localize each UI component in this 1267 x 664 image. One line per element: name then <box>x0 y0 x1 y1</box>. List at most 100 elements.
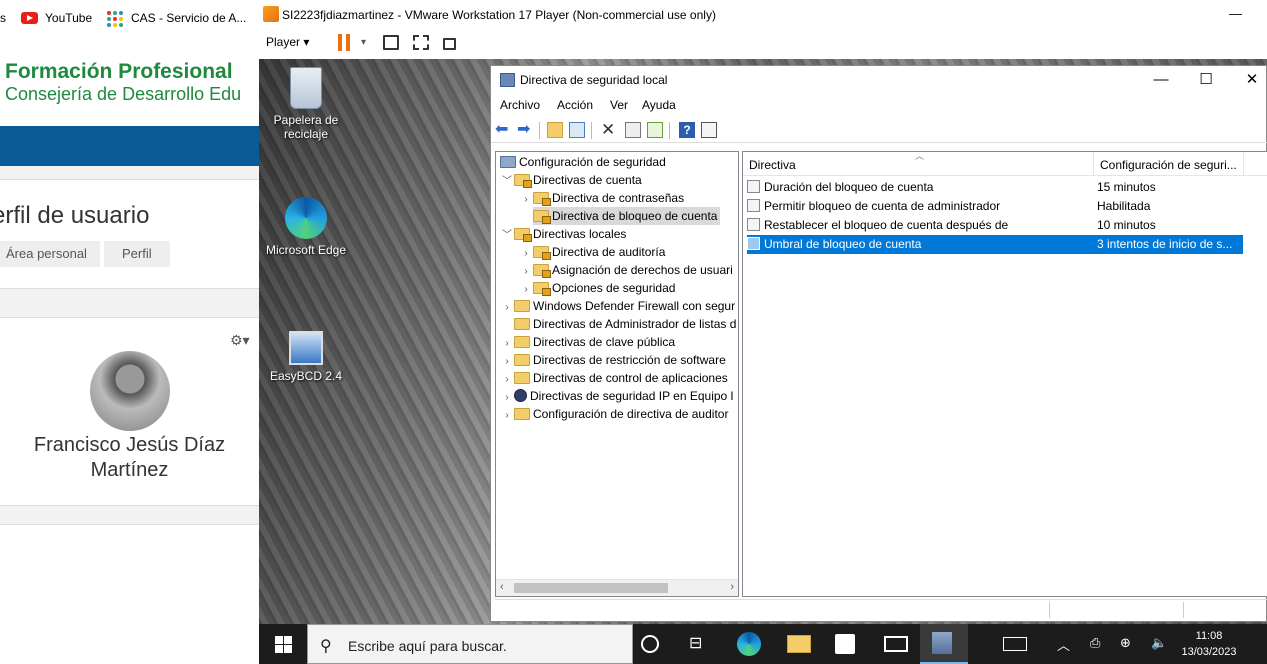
desktop-icon-edge[interactable]: Microsoft Edge <box>261 197 351 257</box>
site-title[interactable]: Formación Profesional <box>5 60 233 84</box>
scrollbar-thumb[interactable] <box>514 583 668 593</box>
pause-icon[interactable] <box>338 34 352 51</box>
chevron-down-icon[interactable]: ﹀ <box>500 173 514 191</box>
menu-accion[interactable]: Acción <box>557 98 593 112</box>
folder-icon <box>514 300 530 312</box>
scroll-right-icon[interactable]: › <box>730 581 734 593</box>
column-separator[interactable] <box>1243 152 1244 176</box>
locked-folder-icon <box>533 210 551 224</box>
help-icon[interactable]: ? <box>679 122 695 138</box>
tree-item-configuracion-seguridad[interactable]: Configuración de seguridad <box>500 153 666 171</box>
desktop-icon-label: Microsoft Edge <box>265 243 347 257</box>
menu-bar: Archivo Acción Ver Ayuda <box>491 94 1267 116</box>
tree-item-directivas-locales[interactable]: ﹀ Directivas locales <box>500 225 626 243</box>
bookmark-cas[interactable]: CAS - Servicio de A... <box>131 11 246 25</box>
tree-item-directivas-cuenta[interactable]: ﹀ Directivas de cuenta <box>500 171 642 189</box>
list-row[interactable]: Restablecer el bloqueo de cuenta después… <box>747 216 1243 235</box>
toolbar-separator <box>591 122 592 139</box>
volume-icon[interactable]: 🔈 <box>1151 635 1167 651</box>
keyboard-icon[interactable] <box>1003 637 1027 651</box>
folder-icon <box>514 354 530 366</box>
start-windows-icon[interactable] <box>275 636 292 653</box>
back-arrow-icon[interactable]: ⬅ <box>495 122 511 138</box>
console-tree[interactable]: Configuración de seguridad ﹀ Directivas d… <box>495 151 739 597</box>
column-separator[interactable] <box>1093 152 1094 176</box>
edge-taskbar-icon[interactable] <box>737 632 761 656</box>
network-globe-icon[interactable]: ⊕ <box>1120 635 1131 651</box>
action-pane-icon[interactable] <box>701 122 717 138</box>
chevron-right-icon[interactable]: › <box>500 407 514 425</box>
tree-item-label: Directiva de auditoría <box>552 245 666 259</box>
desktop-icon-label: EasyBCD 2.4 <box>269 369 343 383</box>
delete-icon[interactable]: ✕ <box>601 121 617 138</box>
desktop-icon-easybcd[interactable]: EasyBCD 2.4 <box>261 331 351 383</box>
scroll-left-icon[interactable]: ‹ <box>500 581 504 593</box>
taskbar: ⚲ Escribe aquí para buscar. ⊟ ︿ ⎙ ⊕ 🔈 11… <box>259 624 1267 664</box>
column-header-directiva[interactable]: Directiva <box>749 158 796 172</box>
properties-icon[interactable] <box>625 122 641 138</box>
minimize-button[interactable]: — <box>1138 68 1184 92</box>
section-band-bottom <box>0 505 259 525</box>
list-row-selected[interactable]: Umbral de bloqueo de cuenta 3 intentos d… <box>747 235 1243 254</box>
taskbar-search-box[interactable]: ⚲ Escribe aquí para buscar. <box>307 624 633 664</box>
tree-item-restriccion-software[interactable]: › Directivas de restricción de software <box>500 351 725 369</box>
fullscreen-icon[interactable] <box>413 35 429 50</box>
tree-item-firewall[interactable]: › Windows Defender Firewall con segur <box>500 297 735 315</box>
chevron-down-icon[interactable]: ﹀ <box>500 227 514 245</box>
task-view-icon[interactable]: ⊟ <box>689 632 713 656</box>
chevron-right-icon[interactable]: › <box>519 191 533 209</box>
vmware-titlebar: SI2223fjdiazmartinez - VMware Workstatio… <box>259 0 1267 30</box>
send-ctrl-alt-del-icon[interactable] <box>383 35 399 50</box>
tree-item-auditoria-avanzada[interactable]: › Configuración de directiva de auditor <box>500 405 728 423</box>
tree-item-admin-listas[interactable]: Directivas de Administrador de listas d <box>514 315 736 333</box>
breadcrumb-home[interactable]: Área personal <box>0 241 100 267</box>
status-separator <box>1183 602 1184 618</box>
list-row[interactable]: Duración del bloqueo de cuenta 15 minuto… <box>747 178 1243 197</box>
tree-item-directiva-auditoria[interactable]: › Directiva de auditoría <box>519 243 665 261</box>
policy-list[interactable]: ︿ Directiva Configuración de seguri... D… <box>742 151 1267 597</box>
file-explorer-icon[interactable] <box>787 635 811 653</box>
tree-item-directiva-contrasenas[interactable]: › Directiva de contraseñas <box>519 189 684 207</box>
tree-item-directiva-bloqueo-cuenta[interactable]: Directiva de bloqueo de cuenta <box>533 207 721 225</box>
meet-now-icon[interactable]: ⎙ <box>1090 635 1100 651</box>
vmware-minimize-button[interactable]: — <box>1229 6 1242 21</box>
breadcrumb-profile[interactable]: Perfil <box>104 241 170 267</box>
forward-arrow-icon[interactable]: ➡ <box>517 122 533 138</box>
window-titlebar[interactable]: Directiva de seguridad local — ☐ ✕ <box>491 66 1267 94</box>
policy-icon <box>747 180 760 193</box>
menu-ver[interactable]: Ver <box>610 98 628 112</box>
window-title: Directiva de seguridad local <box>520 73 668 87</box>
pause-dropdown-icon[interactable]: ▾ <box>361 37 366 48</box>
export-list-icon[interactable] <box>647 122 663 138</box>
store-icon[interactable] <box>835 634 855 654</box>
list-row[interactable]: Permitir bloqueo de cuenta de administra… <box>747 197 1243 216</box>
chevron-up-icon[interactable]: ︿ <box>1057 635 1070 654</box>
bookmark-youtube[interactable]: YouTube <box>45 11 92 25</box>
mail-icon[interactable] <box>884 636 908 652</box>
maximize-button[interactable]: ☐ <box>1183 68 1229 92</box>
gear-icon[interactable]: ⚙▾ <box>230 332 250 349</box>
close-button[interactable]: ✕ <box>1229 68 1267 92</box>
tree-horizontal-scrollbar[interactable]: ‹ › <box>496 579 738 596</box>
tree-item-clave-publica[interactable]: › Directivas de clave pública <box>500 333 675 351</box>
cortana-icon[interactable] <box>641 635 659 653</box>
bookmark-partial[interactable]: s <box>0 11 6 25</box>
up-folder-icon[interactable] <box>547 122 563 138</box>
column-header-configuracion[interactable]: Configuración de seguri... <box>1100 158 1237 172</box>
tree-item-seguridad-ip[interactable]: › Directivas de seguridad IP en Equipo l <box>500 387 733 405</box>
desktop-icon-recycle-bin[interactable]: Papelera de reciclaje <box>261 67 351 141</box>
menu-ayuda[interactable]: Ayuda <box>642 98 676 112</box>
menu-archivo[interactable]: Archivo <box>500 98 540 112</box>
sort-ascending-icon: ︿ <box>915 151 925 161</box>
cas-icon <box>107 11 123 27</box>
clock-date[interactable]: 13/03/2023 <box>1177 646 1241 658</box>
unity-icon[interactable] <box>443 38 456 50</box>
chevron-right-icon[interactable]: › <box>500 299 514 317</box>
tree-item-control-aplicaciones[interactable]: › Directivas de control de aplicaciones <box>500 369 727 387</box>
tree-item-asignacion-derechos[interactable]: › Asignación de derechos de usuari <box>519 261 733 279</box>
show-hide-tree-icon[interactable] <box>569 122 585 138</box>
secpol-taskbar-icon[interactable] <box>932 632 952 654</box>
tree-item-opciones-seguridad[interactable]: › Opciones de seguridad <box>519 279 675 297</box>
player-menu-button[interactable]: Player ▾ <box>266 35 309 49</box>
clock-time[interactable]: 11:08 <box>1184 630 1234 642</box>
